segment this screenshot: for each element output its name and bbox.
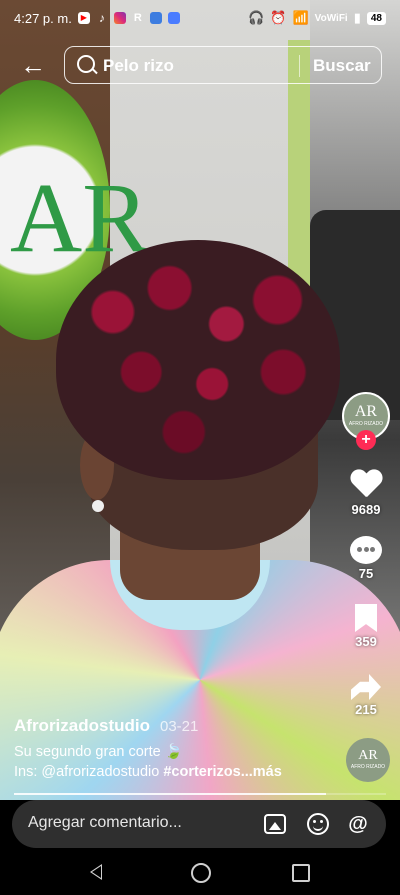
avatar-brand: AFRO RIZADO	[348, 421, 384, 427]
signal-icon: ▮	[353, 10, 361, 25]
system-navigation-bar	[0, 850, 400, 895]
video-description: Su segundo gran corte 🍃 Ins: @afrorizado…	[14, 742, 334, 782]
curly-hair	[56, 240, 340, 480]
instagram-handle: Ins: @afrorizadostudio	[14, 764, 164, 780]
r-app-icon: R	[133, 12, 142, 24]
earring	[92, 500, 104, 512]
music-disc[interactable]: AR AFRO RIZADO	[346, 738, 390, 782]
app-icon	[167, 12, 180, 24]
share-icon	[351, 674, 381, 700]
nav-recents-icon[interactable]	[292, 864, 310, 882]
comment-bar: Agregar comentario... @	[0, 800, 400, 850]
alarm-icon: ⏰	[270, 10, 287, 25]
video-caption: Afrorizadostudio 03-21 Su segundo gran c…	[14, 716, 334, 782]
video-progress-fill	[14, 793, 327, 795]
instagram-icon	[113, 12, 126, 24]
author-name[interactable]: Afrorizadostudio	[14, 716, 150, 736]
music-disc-logo: AR	[358, 748, 378, 763]
status-bar: 4:27 p. m. ▶ ♪ R 🎧 ⏰ 📶 VoWiFi ▮ 48	[0, 0, 400, 36]
post-date: 03-21	[160, 718, 199, 735]
search-header: ← Pelo rizo Buscar	[0, 40, 400, 90]
tiktok-icon: ♪	[98, 11, 105, 25]
heart-icon	[350, 470, 382, 500]
music-disc-brand: AFRO RIZADO	[350, 764, 386, 770]
emoji-icon[interactable]	[307, 813, 329, 835]
avatar-logo: AR	[354, 403, 378, 420]
search-divider	[299, 55, 300, 77]
image-icon[interactable]	[264, 814, 286, 834]
mention-icon[interactable]: @	[346, 812, 370, 836]
wifi-icon: 📶	[292, 10, 309, 25]
like-button[interactable]: 9689	[338, 470, 394, 517]
more-link[interactable]: ...más	[241, 764, 282, 780]
video-progress-bar[interactable]	[14, 793, 386, 795]
comment-input[interactable]: Agregar comentario... @	[12, 800, 386, 848]
hashtag-link[interactable]: #corterizos	[163, 764, 240, 780]
comment-icon	[350, 536, 382, 564]
comment-count: 75	[358, 566, 374, 581]
nav-home-icon[interactable]	[191, 863, 211, 883]
save-count: 359	[355, 634, 377, 649]
search-input[interactable]: Pelo rizo Buscar	[64, 46, 382, 84]
headphones-icon: 🎧	[248, 10, 265, 25]
search-query: Pelo rizo	[103, 56, 174, 75]
comment-button[interactable]: 75	[338, 536, 394, 581]
nav-back-icon[interactable]	[90, 864, 102, 880]
share-button[interactable]: 215	[338, 674, 394, 717]
search-button[interactable]: Buscar	[313, 56, 371, 76]
like-count: 9689	[351, 502, 381, 517]
description-line: Ins: @afrorizadostudio #corterizos...más	[14, 762, 334, 782]
bookmark-icon	[355, 604, 377, 632]
save-button[interactable]: 359	[338, 604, 394, 649]
search-icon	[77, 55, 95, 73]
battery-indicator: 48	[366, 11, 386, 25]
share-count: 215	[355, 702, 377, 717]
youtube-icon: ▶	[77, 12, 90, 24]
back-arrow-icon[interactable]: ←	[20, 50, 46, 80]
follow-button[interactable]: +	[356, 430, 376, 450]
description-line: Su segundo gran corte 🍃	[14, 744, 183, 760]
bluetooth-app-icon	[149, 12, 162, 24]
comment-placeholder: Agregar comentario...	[28, 814, 182, 831]
status-time: 4:27 p. m.	[14, 10, 72, 26]
network-label: VoWiFi	[314, 12, 348, 24]
